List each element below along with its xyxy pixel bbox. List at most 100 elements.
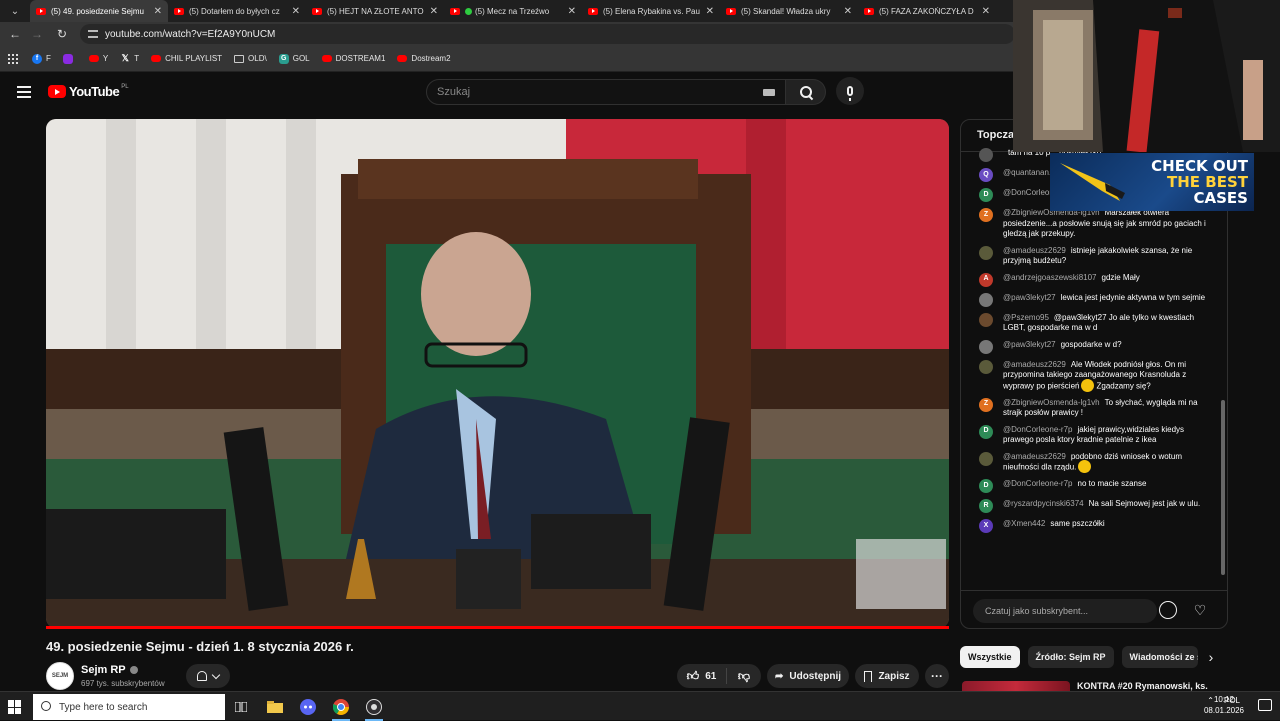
tab-3[interactable]: (5) HEJT NA ZŁOTE ANTO ✕	[306, 0, 444, 22]
chat-avatar[interactable]: Z	[979, 397, 993, 412]
chrome-icon[interactable]	[330, 696, 352, 721]
menu-hamburger-icon[interactable]	[17, 86, 31, 98]
chat-author[interactable]: @ryszardpycinski6374	[1003, 499, 1084, 508]
chat-author[interactable]: @Xmen442	[1003, 519, 1045, 528]
search-button[interactable]	[786, 79, 826, 105]
chat-author[interactable]: @amadeusz2629	[1003, 360, 1066, 369]
live-indicator-icon	[465, 7, 472, 15]
obs-icon[interactable]	[363, 696, 385, 721]
tab-6[interactable]: (5) Skandal! Władza ukry ✕	[720, 0, 858, 22]
share-button[interactable]: ➦ Udostępnij	[767, 664, 849, 688]
notifications-icon[interactable]	[1258, 699, 1272, 711]
chat-message-body: @paw3lekyt27 lewica jest jedynie aktywna …	[1003, 293, 1209, 307]
bookmark-dostream1[interactable]: DOSTREAM1	[321, 54, 385, 63]
tab-close-icon[interactable]: ✕	[844, 6, 852, 17]
tab-close-icon[interactable]: ✕	[154, 6, 162, 17]
chip-source[interactable]: Źródło: Sejm RP	[1027, 646, 1114, 668]
url-bar[interactable]: youtube.com/watch?v=Ef2A9Y0nUCM	[80, 24, 1015, 44]
tab-5[interactable]: (5) Elena Rybakina vs. Pau ✕	[582, 0, 720, 22]
reload-icon[interactable]: ↻	[51, 22, 73, 46]
chat-avatar[interactable]: Q	[979, 168, 993, 182]
bookmark-old[interactable]: OLD\	[234, 54, 267, 63]
tab-4[interactable]: (5) Mecz na Trzeźwo ✕	[444, 0, 582, 22]
youtube-logo[interactable]: YouTube PL	[48, 84, 129, 99]
tab-2[interactable]: (5) Dotarłem do byłych cz ✕	[168, 0, 306, 22]
video-player[interactable]	[46, 119, 949, 628]
clock[interactable]: 10:12 08.01.2026	[1204, 694, 1244, 716]
chat-author[interactable]: @paw3lekyt27	[1003, 293, 1056, 302]
like-button[interactable]: 👍︎ 61	[677, 668, 727, 684]
back-arrow-icon[interactable]: ←	[4, 22, 26, 46]
chat-avatar[interactable]	[979, 451, 993, 466]
chip-all[interactable]: Wszystkie	[960, 646, 1020, 668]
chat-avatar[interactable]: Z	[979, 208, 993, 222]
tab-close-icon[interactable]: ✕	[292, 6, 300, 17]
chat-avatar[interactable]: R	[979, 499, 993, 514]
chat-avatar[interactable]: A	[979, 272, 993, 287]
task-view-icon[interactable]	[230, 696, 252, 718]
chat-avatar[interactable]: D	[979, 424, 993, 439]
bookmark-dostream2[interactable]: Dostream2	[397, 54, 451, 63]
bookmark-y[interactable]: Y	[88, 54, 108, 63]
site-info-icon[interactable]	[88, 30, 98, 38]
chat-author[interactable]: @amadeusz2629	[1003, 246, 1066, 255]
emoji-icon[interactable]	[1159, 601, 1177, 619]
chat-avatar[interactable]	[979, 339, 993, 354]
windows-start-icon[interactable]	[8, 700, 22, 714]
tab-7[interactable]: (5) FAZA ZAKOŃCZYŁA D ✕	[858, 0, 996, 22]
tab-close-icon[interactable]: ✕	[568, 6, 576, 17]
bookmark-messenger[interactable]	[62, 53, 77, 64]
chat-author[interactable]: @ZbigniewOsmenda-lg1vh	[1003, 398, 1100, 407]
discord-icon[interactable]	[297, 696, 319, 718]
chat-scrollbar[interactable]	[1221, 400, 1225, 575]
chat-avatar[interactable]: D	[979, 188, 993, 202]
chat-message-list[interactable]: tam na 10 p... pośmieszko...Q@quantanan.…	[961, 148, 1223, 588]
bookmark-f[interactable]: fF	[32, 53, 51, 64]
chat-input[interactable]: Czatuj jako subskrybent...	[973, 599, 1157, 623]
related-video-title[interactable]: KONTRA #20 Rymanowski, ks.	[1077, 681, 1208, 691]
bookmark-gol[interactable]: G GOL	[278, 53, 310, 64]
tab-close-icon[interactable]: ✕	[430, 6, 438, 17]
cases-ad-banner[interactable]: CHECK OUT THE BEST CASES	[1050, 153, 1254, 211]
voice-search-button[interactable]	[836, 77, 864, 105]
chat-avatar[interactable]	[979, 359, 993, 374]
keyboard-icon[interactable]	[763, 89, 775, 96]
chat-avatar[interactable]: X	[979, 519, 993, 534]
bookmark-chil-playlist[interactable]: CHIL PLAYLIST	[151, 54, 222, 63]
chat-message-body: @ZbigniewOsmenda-lg1vh To słychać, wygląd…	[1003, 398, 1209, 419]
chat-avatar[interactable]	[979, 312, 993, 327]
save-button[interactable]: Zapisz	[855, 664, 919, 688]
chat-author[interactable]: @andrzejgoaszewski8107	[1003, 273, 1097, 282]
tab-search-chevron-icon[interactable]: ⌄	[0, 0, 30, 22]
forward-arrow-icon[interactable]: →	[26, 22, 48, 46]
search-input[interactable]: Szukaj	[426, 79, 786, 105]
tab-close-icon[interactable]: ✕	[706, 6, 714, 17]
dislike-button[interactable]: 👎︎	[727, 669, 761, 684]
chip-news[interactable]: Wiadomości ze ś	[1121, 646, 1198, 668]
heart-icon[interactable]: ♡	[1191, 601, 1209, 619]
chat-author[interactable]: @DonCorleone-r7p	[1003, 425, 1073, 434]
more-actions-button[interactable]: ···	[925, 664, 949, 688]
chat-avatar[interactable]: D	[979, 479, 993, 494]
chat-avatar[interactable]	[979, 148, 993, 162]
chat-avatar[interactable]	[979, 292, 993, 307]
chat-author[interactable]: @quantanan...	[1003, 168, 1056, 177]
taskbar-search-input[interactable]: Type here to search	[33, 694, 225, 720]
chat-message: D @DonCorleone-r7p no to macie szanse	[961, 479, 1223, 494]
notifications-button[interactable]	[186, 664, 230, 688]
channel-avatar[interactable]: SEJM	[46, 662, 74, 690]
chat-author[interactable]: @DonCorleone-r7p	[1003, 479, 1073, 488]
tab-1[interactable]: (5) 49. posiedzenie Sejmu ✕	[30, 0, 168, 22]
cases-ad-text: CHECK OUT THE BEST CASES	[1151, 157, 1248, 207]
file-explorer-icon[interactable]	[264, 696, 286, 718]
chevron-right-icon[interactable]: ›	[1203, 649, 1219, 665]
channel-name[interactable]: Sejm RP	[81, 664, 138, 676]
chat-author[interactable]: @paw3lekyt27	[1003, 340, 1056, 349]
tab-close-icon[interactable]: ✕	[982, 6, 990, 17]
chat-author[interactable]: @amadeusz2629	[1003, 452, 1066, 461]
chat-avatar[interactable]	[979, 245, 993, 260]
apps-grid-icon[interactable]	[8, 53, 18, 64]
chat-author[interactable]: @Pszemo95	[1003, 313, 1049, 322]
bookmark-t[interactable]: 𝕏T	[120, 53, 140, 64]
video-progress-bar[interactable]	[46, 626, 949, 629]
